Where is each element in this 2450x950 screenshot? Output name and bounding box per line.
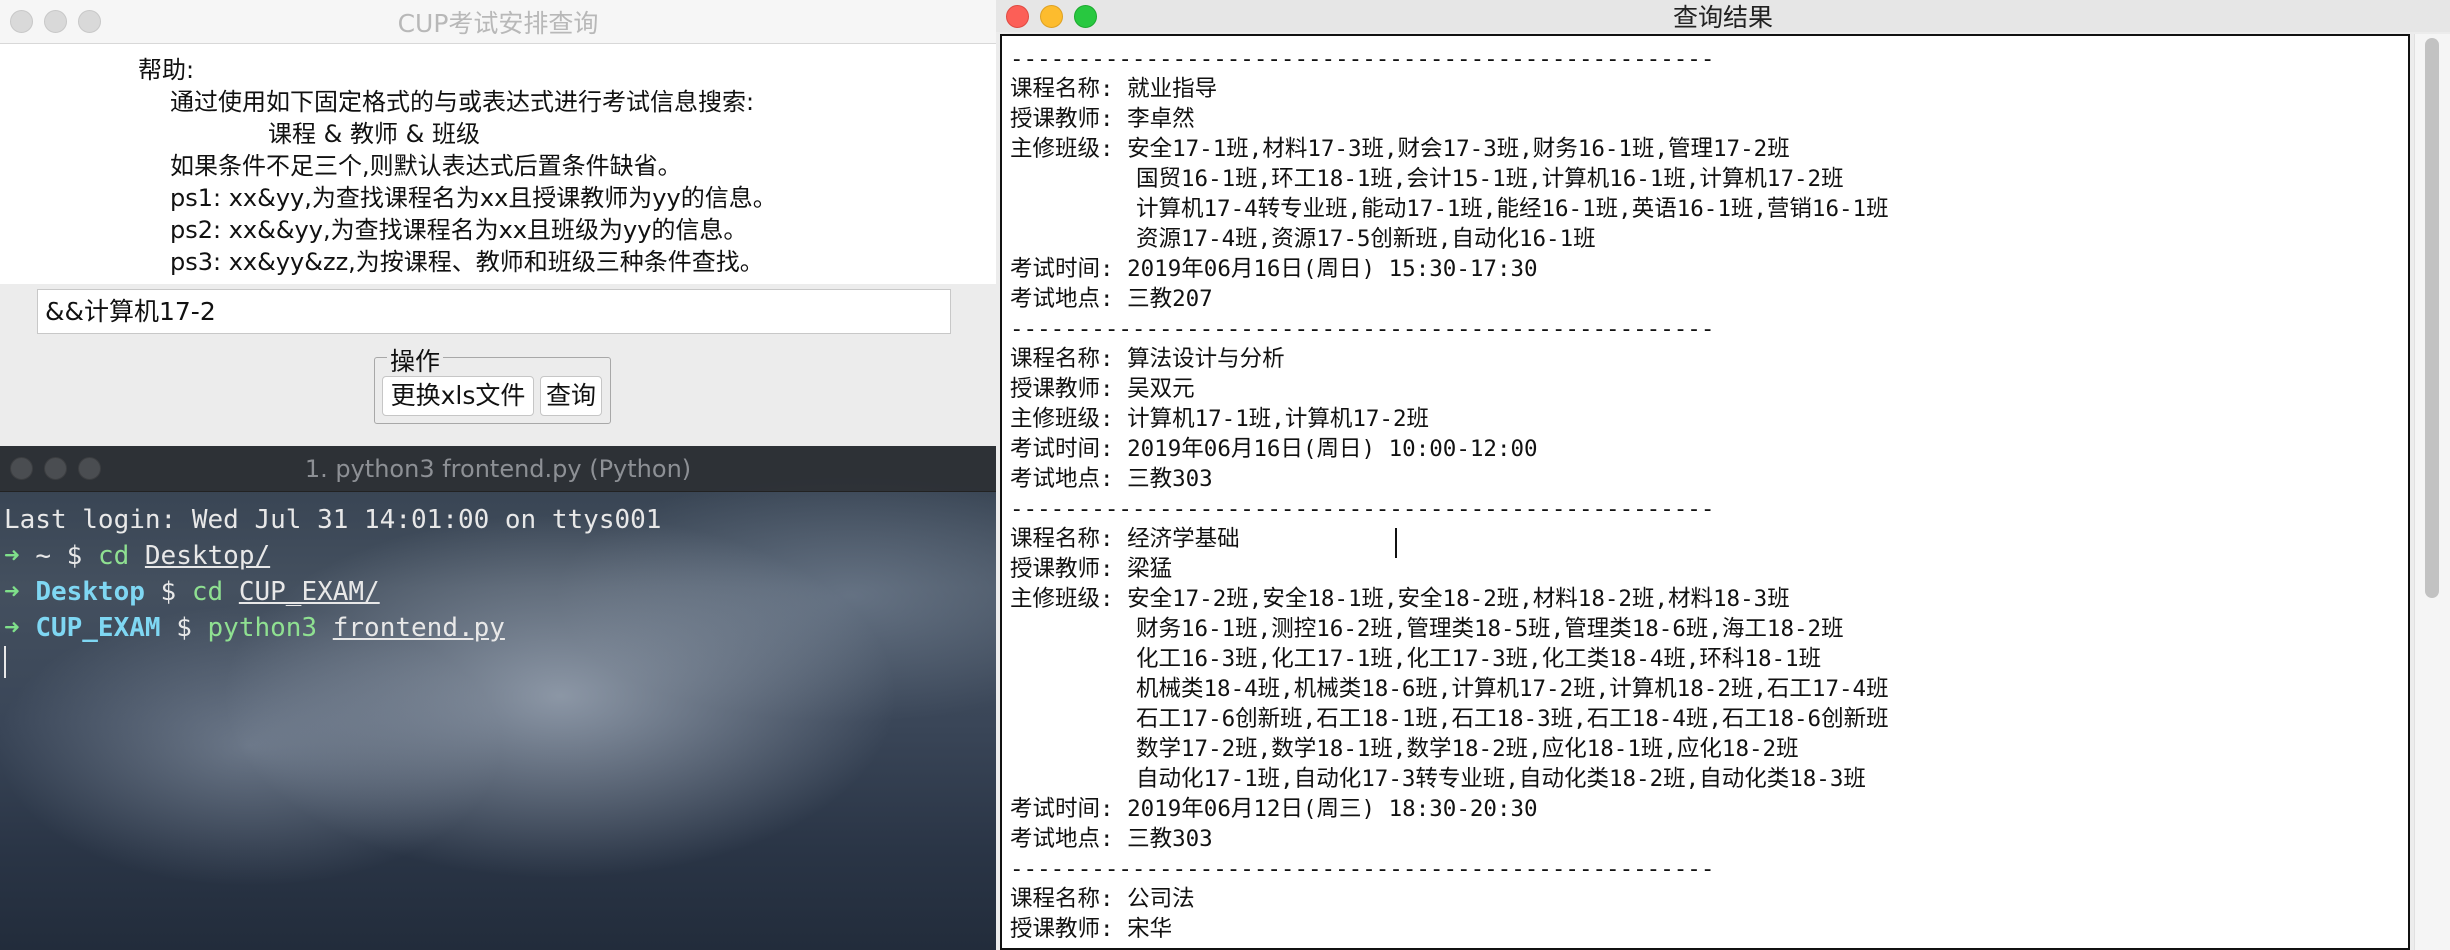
maximize-button[interactable] xyxy=(78,457,101,480)
help-line: 通过使用如下固定格式的与或表达式进行考试信息搜索: xyxy=(170,88,755,116)
exam-place: 考试地点: 三教303 xyxy=(1010,826,1213,852)
separator: ----------------------------------------… xyxy=(1010,856,1715,882)
prompt-symbol: $ xyxy=(176,613,192,643)
last-login-line: Last login: Wed Jul 31 14:01:00 on ttys0… xyxy=(4,505,662,535)
classes-continued: 财务16-1班,测控16-2班,管理类18-5班,管理类18-6班,海工18-2… xyxy=(1136,616,1844,642)
teacher: 授课教师: 宋华 xyxy=(1010,916,1173,942)
query-button[interactable]: 查询 xyxy=(540,376,602,416)
window-controls xyxy=(10,446,101,491)
help-title: 帮助: xyxy=(138,56,195,84)
help-panel: 帮助: 通过使用如下固定格式的与或表达式进行考试信息搜索: 课程 & 教师 & … xyxy=(0,44,996,284)
separator: ----------------------------------------… xyxy=(1010,46,1715,72)
window-title: CUP考试安排查询 xyxy=(397,8,599,38)
help-line: 如果条件不足三个,则默认表达式后置条件缺省。 xyxy=(170,152,682,180)
minimize-button[interactable] xyxy=(44,10,67,33)
classes-continued: 机械类18-4班,机械类18-6班,计算机17-2班,计算机18-2班,石工17… xyxy=(1136,676,1889,702)
query-window-titlebar[interactable]: CUP考试安排查询 xyxy=(0,0,996,44)
terminal-line: ➜ Desktop $ cd CUP_EXAM/ xyxy=(4,574,661,610)
prompt-dir: ~ xyxy=(35,541,51,571)
window-controls xyxy=(10,0,101,43)
terminal-titlebar[interactable]: 1. python3 frontend.py (Python) xyxy=(0,446,996,492)
exam-place: 考试地点: 三教207 xyxy=(1010,286,1213,312)
result-window: 查询结果 -----------------------------------… xyxy=(996,0,2450,950)
classes-continued: 计算机17-4转专业班,能动17-1班,能经16-1班,英语16-1班,营销16… xyxy=(1136,196,1889,222)
close-button[interactable] xyxy=(10,10,33,33)
minimize-button[interactable] xyxy=(1040,4,1063,28)
classes-continued: 资源17-4班,资源17-5创新班,自动化16-1班 xyxy=(1136,226,1596,252)
teacher: 授课教师: 吴双元 xyxy=(1010,376,1195,402)
classes-continued: 化工16-3班,化工17-1班,化工17-3班,化工类18-4班,环科18-1班 xyxy=(1136,646,1822,672)
course-name: 课程名称: 算法设计与分析 xyxy=(1010,346,1285,372)
classes-continued: 石工17-6创新班,石工18-1班,石工18-3班,石工18-4班,石工18-6… xyxy=(1136,706,1889,732)
text-cursor xyxy=(1395,528,1397,558)
result-text-area[interactable]: ----------------------------------------… xyxy=(1000,34,2410,950)
prompt-symbol: $ xyxy=(160,577,177,607)
prompt-dir: Desktop xyxy=(35,577,145,607)
separator: ----------------------------------------… xyxy=(1010,496,1715,522)
exam-place: 考试地点: 三教303 xyxy=(1010,466,1213,492)
prompt-arrow-icon: ➜ xyxy=(4,577,20,607)
teacher: 授课教师: 李卓然 xyxy=(1010,106,1195,132)
prompt-arrow-icon: ➜ xyxy=(4,541,20,571)
course-name: 课程名称: 就业指导 xyxy=(1010,76,1218,102)
command: cd xyxy=(97,541,130,571)
command-arg: Desktop/ xyxy=(144,541,271,571)
change-file-button[interactable]: 更换xls文件 xyxy=(382,376,534,416)
search-input[interactable]: &&计算机17-2 xyxy=(37,289,951,334)
maximize-button[interactable] xyxy=(1074,4,1097,28)
terminal-output[interactable]: Last login: Wed Jul 31 14:01:00 on ttys0… xyxy=(4,502,661,646)
terminal-cursor xyxy=(4,646,6,678)
exam-time: 考试时间: 2019年06月16日(周日) 15:30-17:30 xyxy=(1010,256,1538,282)
classes: 主修班级: 安全17-1班,材料17-3班,财会17-3班,财务16-1班,管理… xyxy=(1010,136,1790,162)
scrollbar-thumb[interactable] xyxy=(2425,38,2439,598)
course-name: 课程名称: 公司法 xyxy=(1010,886,1195,912)
prompt-symbol: $ xyxy=(66,541,83,571)
help-line: ps3: xx&yy&zz,为按课程、教师和班级三种条件查找。 xyxy=(170,248,764,276)
minimize-button[interactable] xyxy=(44,457,67,480)
command: python3 xyxy=(207,613,318,643)
classes-continued: 国贸16-1班,环工18-1班,会计15-1班,计算机16-1班,计算机17-2… xyxy=(1136,166,1844,192)
result-window-title: 查询结果 xyxy=(1672,3,1773,32)
help-line: ps2: xx&&yy,为查找课程名为xx且班级为yy的信息。 xyxy=(170,216,748,244)
maximize-button[interactable] xyxy=(78,10,101,33)
query-window: CUP考试安排查询 帮助: 通过使用如下固定格式的与或表达式进行考试信息搜索: … xyxy=(0,0,996,446)
command-arg: CUP_EXAM/ xyxy=(238,577,380,607)
terminal-line: ➜ CUP_EXAM $ python3 frontend.py xyxy=(4,610,661,646)
terminal-window: 1. python3 frontend.py (Python) Last log… xyxy=(0,446,996,950)
close-button[interactable] xyxy=(10,457,33,480)
close-button[interactable] xyxy=(1006,4,1029,28)
command: cd xyxy=(191,577,224,607)
prompt-dir: CUP_EXAM xyxy=(35,613,161,643)
course-name: 课程名称: 经济学基础 xyxy=(1010,526,1240,552)
result-text: ----------------------------------------… xyxy=(1010,44,1889,944)
window-controls xyxy=(1006,0,1097,32)
separator: ----------------------------------------… xyxy=(1010,316,1715,342)
terminal-title: 1. python3 frontend.py (Python) xyxy=(304,454,692,483)
result-window-titlebar[interactable]: 查询结果 xyxy=(996,0,2450,32)
classes-continued: 数学17-2班,数学18-1班,数学18-2班,应化18-1班,应化18-2班 xyxy=(1136,736,1799,762)
classes: 主修班级: 安全17-2班,安全18-1班,安全18-2班,材料18-2班,材料… xyxy=(1010,586,1790,612)
terminal-line: ➜ ~ $ cd Desktop/ xyxy=(4,538,661,574)
operations-label: 操作 xyxy=(387,342,444,378)
operations-group: 操作 更换xls文件 查询 xyxy=(374,342,611,424)
scrollbar[interactable] xyxy=(2414,34,2450,950)
command-arg: frontend.py xyxy=(332,613,505,643)
prompt-arrow-icon: ➜ xyxy=(4,613,20,643)
exam-time: 考试时间: 2019年06月16日(周日) 10:00-12:00 xyxy=(1010,436,1538,462)
exam-time: 考试时间: 2019年06月12日(周三) 18:30-20:30 xyxy=(1010,796,1538,822)
teacher: 授课教师: 梁猛 xyxy=(1010,556,1173,582)
classes: 主修班级: 计算机17-1班,计算机17-2班 xyxy=(1010,406,1430,432)
help-line: 课程 & 教师 & 班级 xyxy=(268,120,480,148)
classes-continued: 自动化17-1班,自动化17-3转专业班,自动化类18-2班,自动化类18-3班 xyxy=(1136,766,1866,792)
help-line: ps1: xx&yy,为查找课程名为xx且授课教师为yy的信息。 xyxy=(170,184,777,212)
